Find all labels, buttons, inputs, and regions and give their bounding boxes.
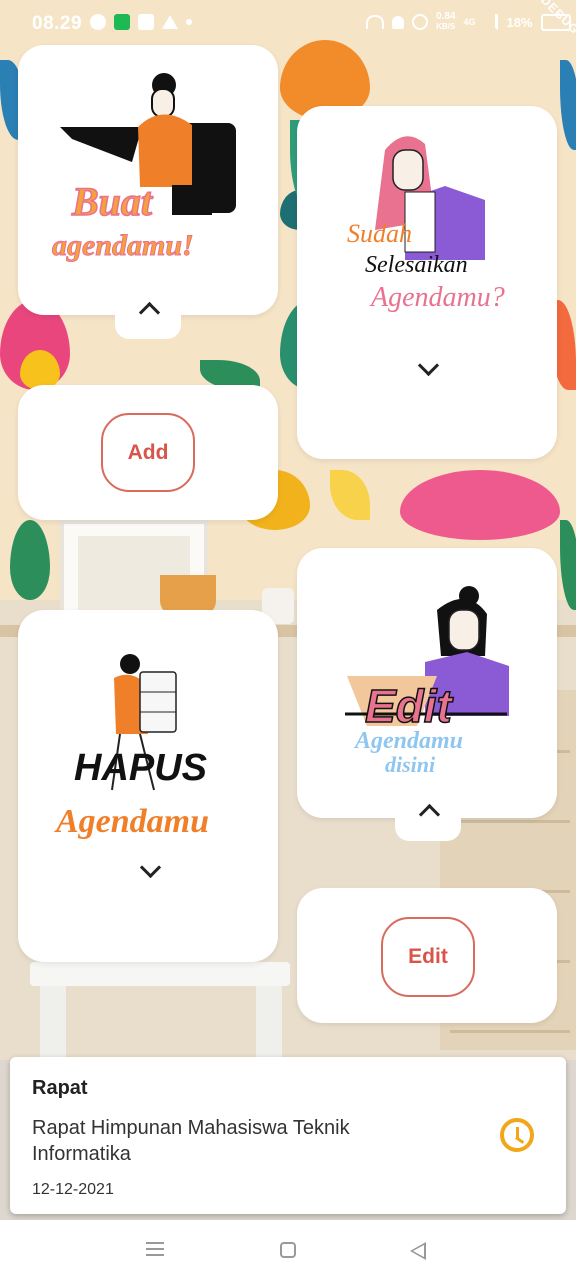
completed-title-line1: Sudah [347, 219, 412, 248]
nav-home-icon[interactable] [280, 1242, 296, 1258]
status-bar: 08.29 0.84 KB/S 4G 18% DEBUG [0, 0, 576, 50]
create-title-line1: Buat [71, 179, 154, 224]
delete-agenda-card[interactable]: HAPUS Agendamu [18, 610, 278, 962]
completed-agenda-illustration: Sudah Selesaikan Agendamu? [347, 136, 505, 313]
edit-title-line2: Agendamu [353, 728, 463, 754]
facebook-icon [138, 14, 154, 30]
delete-agenda-illustration: HAPUS Agendamu [54, 654, 209, 840]
spotify-icon [90, 14, 106, 30]
nav-back-icon[interactable] [410, 1242, 426, 1260]
alarm-icon [412, 14, 428, 30]
more-dot-icon [186, 19, 192, 25]
silent-bell-icon [392, 15, 404, 29]
agenda-title: Rapat [32, 1077, 88, 1099]
nav-menu-icon[interactable] [146, 1242, 164, 1256]
agenda-list-item[interactable]: Rapat Rapat Himpunan Mahasiswa Teknik In… [10, 1057, 566, 1214]
completed-agenda-card[interactable]: Sudah Selesaikan Agendamu? [297, 106, 557, 459]
status-time: 08.29 [32, 13, 83, 34]
agenda-date: 12-12-2021 [32, 1181, 114, 1198]
system-icons: 0.84 KB/S 4G 18% [366, 12, 571, 32]
chevron-down-icon[interactable] [417, 354, 440, 377]
net-speed: 0.84 KB/S [436, 11, 456, 32]
add-card: Add [18, 385, 278, 520]
edit-agenda-illustration: Edit Agendamu disini [345, 586, 509, 777]
delete-title-line1: HAPUS [74, 747, 207, 789]
clock-icon[interactable] [500, 1118, 534, 1152]
create-card-expand-tab[interactable] [115, 301, 181, 339]
notification-icons [90, 14, 192, 30]
edit-title-line1: Edit [365, 680, 454, 732]
edit-card-expand-tab[interactable] [395, 803, 461, 841]
create-agenda-illustration: Buat agendamu! [52, 73, 236, 263]
warning-icon [162, 15, 178, 29]
edit-card: Edit [297, 888, 557, 1023]
delete-title-line2: Agendamu [54, 803, 209, 840]
completed-title-line2: Selesaikan [365, 252, 468, 278]
network-type: 4G [463, 17, 476, 27]
create-agenda-card[interactable]: Buat agendamu! [18, 45, 278, 315]
signal-icon [483, 14, 499, 30]
battery-level: 18% [506, 14, 533, 30]
headphones-icon [366, 15, 384, 29]
create-title-line2: agendamu! [52, 229, 194, 262]
app-icon [114, 14, 130, 30]
edit-button[interactable]: Edit [381, 917, 475, 997]
agenda-description: Rapat Himpunan Mahasiswa Teknik Informat… [32, 1117, 350, 1165]
completed-title-line3: Agendamu? [369, 282, 505, 313]
add-button[interactable]: Add [101, 413, 195, 492]
edit-agenda-card[interactable]: Edit Agendamu disini [297, 548, 557, 818]
edit-title-line3: disini [385, 752, 436, 777]
system-nav-bar [0, 1220, 576, 1280]
